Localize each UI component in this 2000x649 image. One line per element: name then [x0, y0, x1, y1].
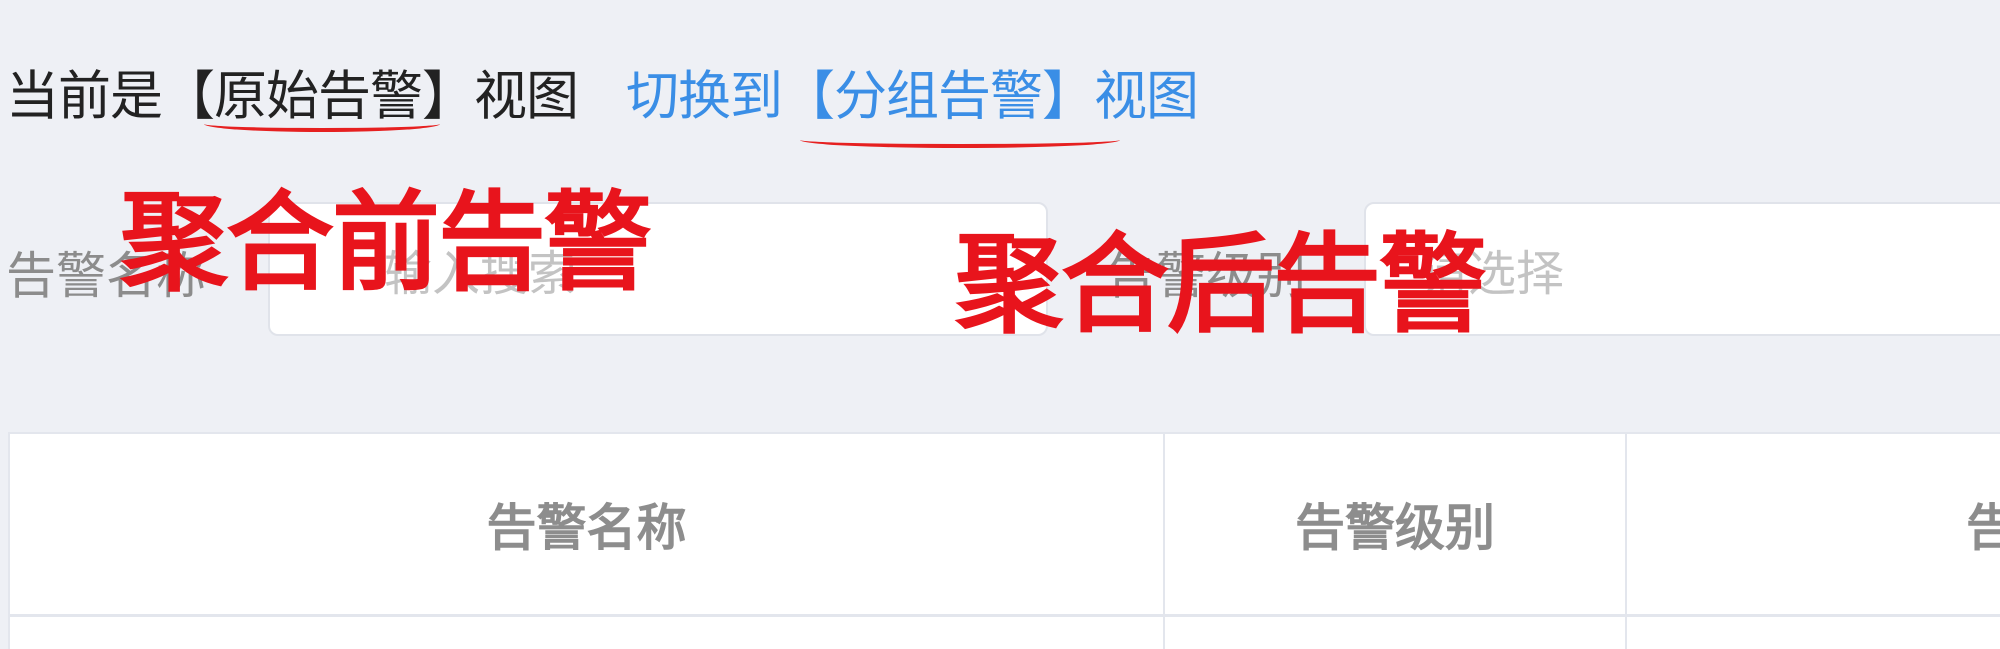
annotation-after-aggregation: 聚合后告警 [955, 223, 1487, 348]
column-header-alarm-level: 告警级别 [1165, 434, 1627, 614]
table-row-cell [1165, 617, 1627, 649]
column-header-partial-text: 告 [1966, 499, 2000, 557]
table-row-cell [10, 617, 1165, 649]
view-toggle-bar: 当前是【原始告警】视图 切换到【分组告警】视图 [6, 52, 1199, 132]
alarm-table: 告警名称 告警级别 告 [8, 432, 2000, 649]
underline-annotation-original [204, 116, 440, 132]
switch-view-link[interactable]: 切换到【分组告警】视图 [626, 54, 1199, 130]
column-header-partial: 告 [1627, 434, 2000, 614]
annotation-before-aggregation: 聚合前告警 [120, 181, 652, 306]
underline-annotation-grouped [800, 132, 1120, 148]
column-header-alarm-name: 告警名称 [10, 434, 1165, 614]
